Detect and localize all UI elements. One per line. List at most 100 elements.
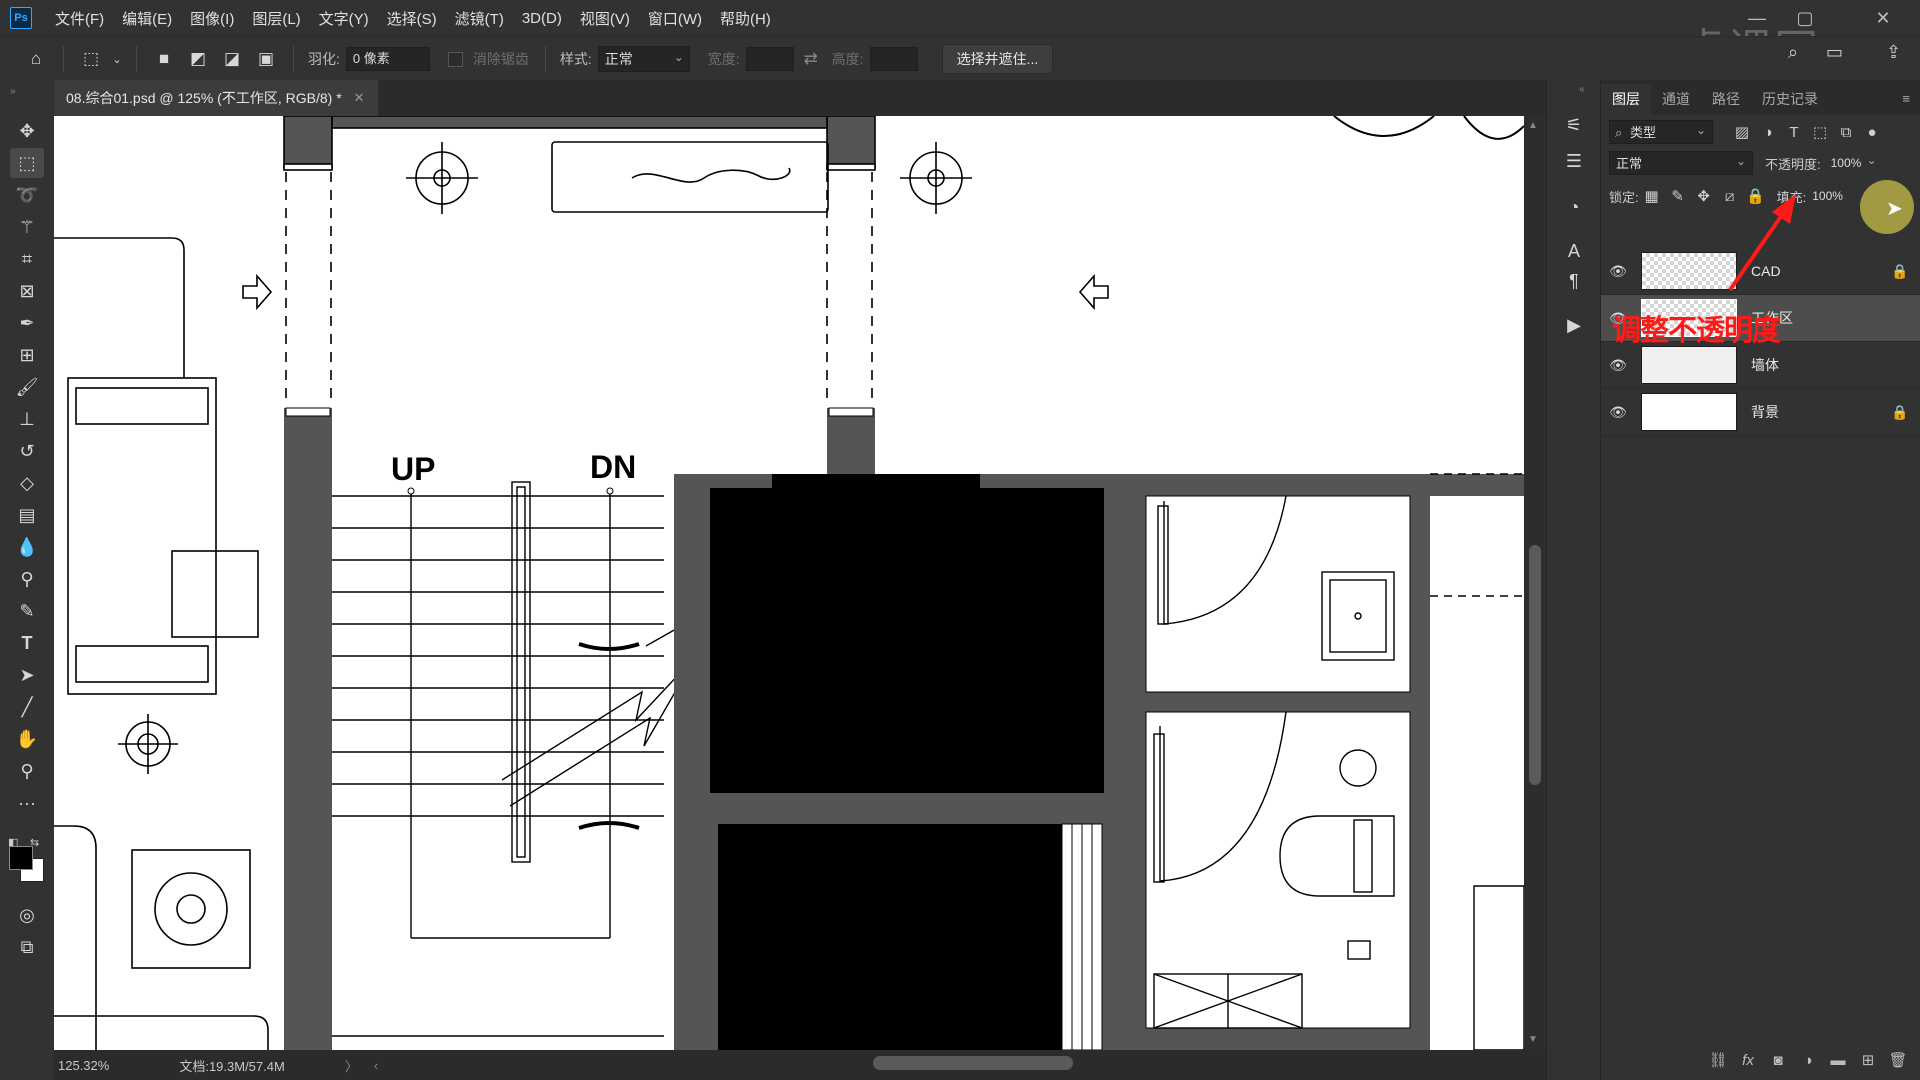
eraser-tool-icon[interactable]: ◇ (10, 468, 44, 498)
adjustment-filter-icon[interactable]: ◑ (1755, 120, 1781, 144)
foreground-color-swatch[interactable] (9, 846, 33, 870)
antialias-checkbox[interactable] (447, 51, 463, 67)
gradient-tool-icon[interactable]: ▤ (10, 500, 44, 530)
workspace-icon[interactable]: ▭ (1826, 42, 1843, 63)
new-selection-icon[interactable]: ■ (150, 45, 178, 73)
menu-view[interactable]: 视图(V) (571, 8, 639, 29)
lock-image-icon[interactable]: ✎ (1665, 184, 1691, 208)
opacity-input[interactable]: 100% (1824, 148, 1883, 175)
new-layer-icon[interactable]: ⊞ (1853, 1051, 1883, 1069)
close-tab-icon[interactable]: ✕ (354, 90, 365, 106)
width-input[interactable] (745, 47, 794, 71)
menu-type[interactable]: 文字(Y) (310, 8, 378, 29)
healing-brush-tool-icon[interactable]: ⊞ (10, 340, 44, 370)
frame-tool-icon[interactable]: ⊠ (10, 276, 44, 306)
horizontal-scroll-thumb[interactable] (873, 1056, 1073, 1070)
dodge-tool-icon[interactable]: ⚲ (10, 564, 44, 594)
subtract-selection-icon[interactable]: ◪ (218, 45, 246, 73)
actions-play-icon[interactable]: ▶ (1559, 310, 1589, 340)
magic-wand-tool-icon[interactable]: ⚚ (10, 212, 44, 242)
quick-mask-icon[interactable]: ◎ (10, 900, 44, 930)
adjustments-icon[interactable]: ☰ (1559, 146, 1589, 176)
history-brush-tool-icon[interactable]: ↺ (10, 436, 44, 466)
new-group-icon[interactable]: ▬ (1823, 1052, 1853, 1069)
filter-toggle-icon[interactable]: ● (1859, 120, 1885, 144)
swap-icon[interactable]: ⇄ (797, 45, 825, 73)
eyedropper-tool-icon[interactable]: ✒ (10, 308, 44, 338)
clone-stamp-tool-icon[interactable]: ⊥ (10, 404, 44, 434)
menu-help[interactable]: 帮助(H) (711, 8, 780, 29)
delete-layer-icon[interactable]: 🗑 (1883, 1051, 1913, 1069)
close-window-icon[interactable]: ✕ (1860, 0, 1906, 36)
canvas-area[interactable]: UP DN (54, 116, 1524, 1050)
layer-row-background[interactable]: 👁 背景 🔒 (1601, 389, 1920, 436)
more-tools-icon[interactable]: ··· (10, 788, 44, 818)
layer-style-icon[interactable]: fx (1733, 1052, 1763, 1069)
line-tool-icon[interactable]: ╱ (10, 692, 44, 722)
layer-row-walls[interactable]: 👁 墙体 (1601, 342, 1920, 389)
shape-filter-icon[interactable]: ⬚ (1807, 120, 1833, 144)
scroll-left-icon[interactable]: ‹ (374, 1058, 378, 1073)
document-info[interactable]: 文档:19.3M/57.4M (179, 1056, 285, 1075)
tab-channels[interactable]: 通道 (1651, 84, 1701, 114)
type-tool-icon[interactable]: T (10, 628, 44, 658)
visibility-eye-icon[interactable]: 👁 (1601, 263, 1635, 280)
home-icon[interactable]: ⌂ (22, 45, 50, 73)
layer-filter-select[interactable]: ⌕ 类型 (1609, 118, 1713, 144)
menu-image[interactable]: 图像(I) (181, 8, 243, 29)
brush-tool-icon[interactable]: 🖌 (10, 372, 44, 402)
link-layers-icon[interactable]: ⛓ (1703, 1051, 1733, 1069)
select-and-mask-button[interactable]: 选择并遮住... (941, 44, 1054, 74)
chevron-down-icon[interactable]: ⌄ (111, 45, 123, 73)
menu-filter[interactable]: 滤镜(T) (446, 8, 513, 29)
document-tab[interactable]: 08.综合01.psd @ 125% (不工作区, RGB/8) * ✕ (54, 80, 378, 116)
collapse-icon[interactable]: « (1579, 84, 1585, 95)
menu-layer[interactable]: 图层(L) (243, 8, 309, 29)
zoom-level[interactable]: 125.32% (58, 1058, 109, 1073)
properties-icon[interactable]: ◔ (1559, 192, 1589, 222)
blend-mode-select[interactable]: 正常 (1609, 149, 1753, 175)
menu-file[interactable]: 文件(F) (46, 8, 113, 29)
height-input[interactable] (869, 47, 918, 71)
lasso-tool-icon[interactable]: ➰ (10, 180, 44, 210)
menu-edit[interactable]: 编辑(E) (113, 8, 181, 29)
pen-tool-icon[interactable]: ✎ (10, 596, 44, 626)
add-mask-icon[interactable]: ◙ (1763, 1052, 1793, 1069)
zoom-tool-icon[interactable]: ⚲ (10, 756, 44, 786)
intersect-selection-icon[interactable]: ▣ (252, 45, 280, 73)
menu-3d[interactable]: 3D(D) (513, 10, 571, 27)
tab-paths[interactable]: 路径 (1701, 84, 1751, 114)
type-filter-icon[interactable]: T (1781, 120, 1807, 144)
screen-mode-icon[interactable]: ⧉ (10, 932, 44, 962)
pixel-filter-icon[interactable]: ▨ (1729, 120, 1755, 144)
blur-tool-icon[interactable]: 💧 (10, 532, 44, 562)
scroll-up-icon[interactable]: ▲ (1528, 120, 1538, 131)
smart-object-filter-icon[interactable]: ⧉ (1833, 120, 1859, 144)
tab-history[interactable]: 历史记录 (1751, 84, 1829, 114)
lock-transparent-icon[interactable]: ▦ (1639, 184, 1665, 208)
crop-tool-icon[interactable]: ⌗ (10, 244, 44, 274)
menu-window[interactable]: 窗口(W) (639, 8, 711, 29)
brush-settings-icon[interactable]: ⚟ (1559, 110, 1589, 140)
status-expand-icon[interactable]: 〉 (345, 1056, 358, 1075)
visibility-eye-icon[interactable]: 👁 (1601, 357, 1635, 374)
move-tool-icon[interactable]: ✥ (10, 116, 44, 146)
rectangular-marquee-preset-icon[interactable]: ⬚ (77, 45, 105, 73)
tab-layers[interactable]: 图层 (1601, 84, 1651, 114)
panel-menu-icon[interactable]: ≡ (1891, 84, 1920, 114)
marquee-tool-icon[interactable]: ⬚ (10, 148, 44, 178)
style-select[interactable]: 正常 (597, 45, 690, 72)
menu-select[interactable]: 选择(S) (378, 8, 446, 29)
search-icon[interactable]: ⌕ (1788, 42, 1798, 63)
paragraph-icon[interactable]: ¶ (1559, 266, 1589, 296)
collapse-icon[interactable]: » (10, 86, 16, 97)
character-icon[interactable]: A (1559, 236, 1589, 266)
scroll-down-icon[interactable]: ▼ (1528, 1034, 1538, 1045)
hand-tool-icon[interactable]: ✋ (10, 724, 44, 754)
feather-input[interactable]: 0 像素 (345, 47, 430, 71)
visibility-eye-icon[interactable]: 👁 (1601, 404, 1635, 421)
path-selection-tool-icon[interactable]: ➤ (10, 660, 44, 690)
photoshop-app-icon[interactable]: Ps (10, 7, 32, 29)
new-adjustment-layer-icon[interactable]: ◑ (1793, 1052, 1823, 1069)
add-selection-icon[interactable]: ◩ (184, 45, 212, 73)
